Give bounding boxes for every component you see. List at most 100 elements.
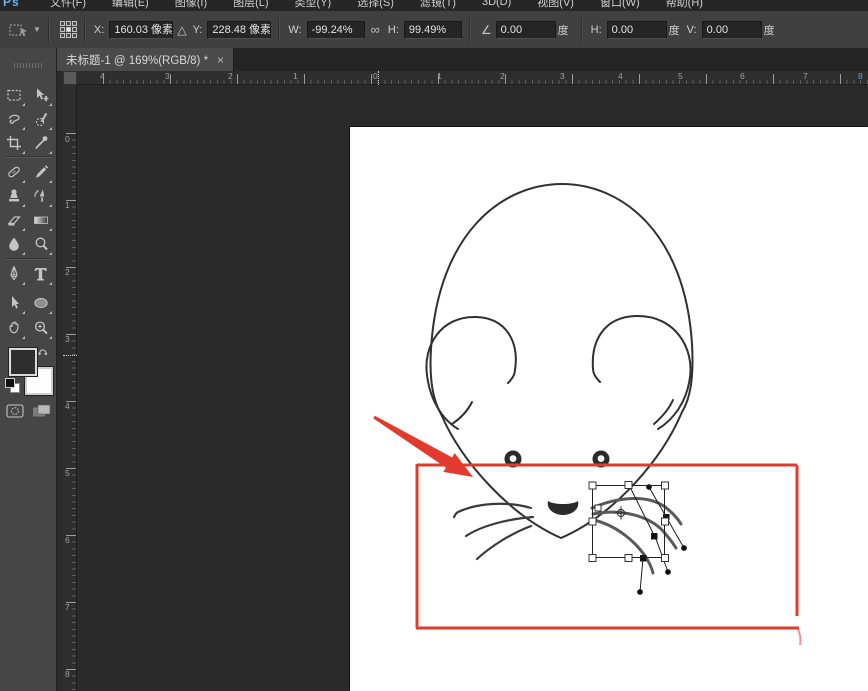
x-label: X: xyxy=(94,24,104,36)
width-label: W: xyxy=(288,24,301,36)
eyedropper-icon xyxy=(32,134,50,152)
menu-help[interactable]: 帮助(H) xyxy=(653,0,716,10)
handle-bottom-mid xyxy=(625,555,632,562)
tool-quick-selection[interactable] xyxy=(29,107,53,131)
move-icon xyxy=(32,86,50,104)
dodge-icon xyxy=(32,235,50,253)
v-ruler-number: 6 xyxy=(65,536,70,545)
history-brush-icon xyxy=(32,187,50,205)
tool-zoom[interactable] xyxy=(29,316,53,340)
screen-mode-button[interactable] xyxy=(32,404,52,423)
tool-eraser[interactable] xyxy=(2,208,26,232)
horizontal-ruler[interactable]: 4 3 2 1 0 1 2 3 4 5 6 7 8 xyxy=(77,71,868,85)
height-scale-field[interactable]: 99.49% xyxy=(404,21,462,39)
menu-select[interactable]: 选择(S) xyxy=(344,0,407,10)
reference-point-icon xyxy=(615,507,628,520)
relative-position-icon[interactable]: △ xyxy=(177,23,186,37)
mouse-right-ear xyxy=(593,316,691,429)
tool-preset-picker[interactable]: ▼ xyxy=(8,21,41,39)
y-position-field[interactable]: 228.48 像素 xyxy=(207,21,271,39)
width-scale-field[interactable]: -99.24% xyxy=(307,21,365,39)
tool-path-selection[interactable] xyxy=(2,291,26,315)
h-ruler-number: 6 xyxy=(740,72,745,81)
v-skew-field[interactable]: 0.00 xyxy=(702,21,762,39)
h-skew-label: H: xyxy=(591,24,602,36)
rotation-field[interactable]: 0.00 xyxy=(496,21,556,39)
canvas-artwork[interactable] xyxy=(350,127,868,691)
x-position-field[interactable]: 160.03 像素 xyxy=(109,21,173,39)
handle-top-mid xyxy=(625,482,632,489)
tool-hand[interactable] xyxy=(2,316,26,340)
rotation-angle-icon: ∠ xyxy=(481,23,492,37)
h-ruler-number: 4 xyxy=(618,72,623,81)
menu-layer[interactable]: 图层(L) xyxy=(220,0,281,10)
tool-lasso[interactable] xyxy=(2,107,26,131)
rotation-degree-unit: 度 xyxy=(558,22,569,38)
panel-grip[interactable] xyxy=(14,63,42,68)
transform-options-bar: ▼ X: 160.03 像素 △ Y: 228.48 像素 W: -99.24%… xyxy=(0,11,868,49)
tool-type[interactable] xyxy=(29,262,53,286)
menu-window[interactable]: 窗口(W) xyxy=(587,0,653,10)
menu-view[interactable]: 视图(V) xyxy=(524,0,587,10)
foreground-color-swatch[interactable] xyxy=(9,348,37,376)
tool-move[interactable] xyxy=(29,83,53,107)
left-whiskers xyxy=(454,504,533,559)
menu-edit[interactable]: 编辑(E) xyxy=(99,0,162,10)
h-ruler-number: 2 xyxy=(228,72,233,81)
h-ruler-number: 1 xyxy=(437,72,442,81)
menu-3d[interactable]: 3D(D) xyxy=(469,0,524,8)
tool-spot-healing[interactable] xyxy=(2,160,26,184)
tool-gradient[interactable] xyxy=(29,208,53,232)
reference-point-locator[interactable] xyxy=(60,21,77,38)
menu-type[interactable]: 类型(Y) xyxy=(282,0,345,10)
eraser-icon xyxy=(5,211,23,229)
default-colors-icon[interactable] xyxy=(5,378,19,392)
mouse-head-outline xyxy=(430,184,692,538)
v-ruler-number: 4 xyxy=(65,402,70,411)
ruler-origin-corner[interactable] xyxy=(63,71,77,85)
blur-drop-icon xyxy=(5,235,23,253)
tool-rectangular-marquee[interactable] xyxy=(2,83,26,107)
tool-pencil[interactable] xyxy=(29,160,53,184)
tool-dodge[interactable] xyxy=(29,232,53,256)
left-eye-highlight xyxy=(510,455,517,462)
handle-top-left xyxy=(589,482,596,489)
menu-file[interactable]: 文件(F) xyxy=(37,0,99,10)
handle-mid-right xyxy=(662,518,669,525)
menu-bar: Ps 文件(F) 编辑(E) 图像(I) 图层(L) 类型(Y) 选择(S) 滤… xyxy=(0,0,868,11)
v-ruler-number: 7 xyxy=(65,603,70,612)
quick-mask-button[interactable] xyxy=(6,404,24,423)
tool-history-brush[interactable] xyxy=(29,184,53,208)
tool-crop[interactable] xyxy=(2,131,26,155)
vertical-ruler[interactable]: 0 1 2 3 4 5 6 7 8 xyxy=(63,85,77,691)
quick-selection-icon xyxy=(32,110,50,128)
tool-blur[interactable] xyxy=(2,232,26,256)
document-tab[interactable]: 未标题-1 @ 169%(RGB/8) * × xyxy=(57,48,234,71)
h-skew-field[interactable]: 0.00 xyxy=(607,21,667,39)
tools-panel xyxy=(0,48,57,691)
cursor-position-indicator xyxy=(63,355,77,356)
tool-ellipse-shape[interactable] xyxy=(29,291,53,315)
menu-filter[interactable]: 滤镜(T) xyxy=(407,0,469,10)
red-rectangle xyxy=(416,464,800,645)
handle-mid-left xyxy=(589,518,596,525)
pencil-icon xyxy=(32,163,50,181)
handle-bottom-left xyxy=(589,555,596,562)
tool-clone-stamp[interactable] xyxy=(2,184,26,208)
close-icon[interactable]: × xyxy=(217,53,224,67)
v-ruler-number: 5 xyxy=(65,469,70,478)
h-ruler-number: 7 xyxy=(803,72,808,81)
link-dimensions-icon[interactable]: ∞ xyxy=(371,22,380,37)
marquee-icon xyxy=(5,86,23,104)
transform-tool-icon xyxy=(8,21,30,39)
type-icon xyxy=(32,265,50,283)
menu-image[interactable]: 图像(I) xyxy=(162,0,220,10)
v-ruler-number: 8 xyxy=(65,670,70,679)
ps-logo: Ps xyxy=(0,0,37,9)
swap-colors-icon[interactable] xyxy=(37,345,50,363)
h-ruler-number: 2 xyxy=(500,72,505,81)
tool-eyedropper[interactable] xyxy=(29,131,53,155)
h-ruler-number: 3 xyxy=(560,72,565,81)
tool-pen[interactable] xyxy=(2,262,26,286)
v-ruler-number: 1 xyxy=(65,201,70,210)
